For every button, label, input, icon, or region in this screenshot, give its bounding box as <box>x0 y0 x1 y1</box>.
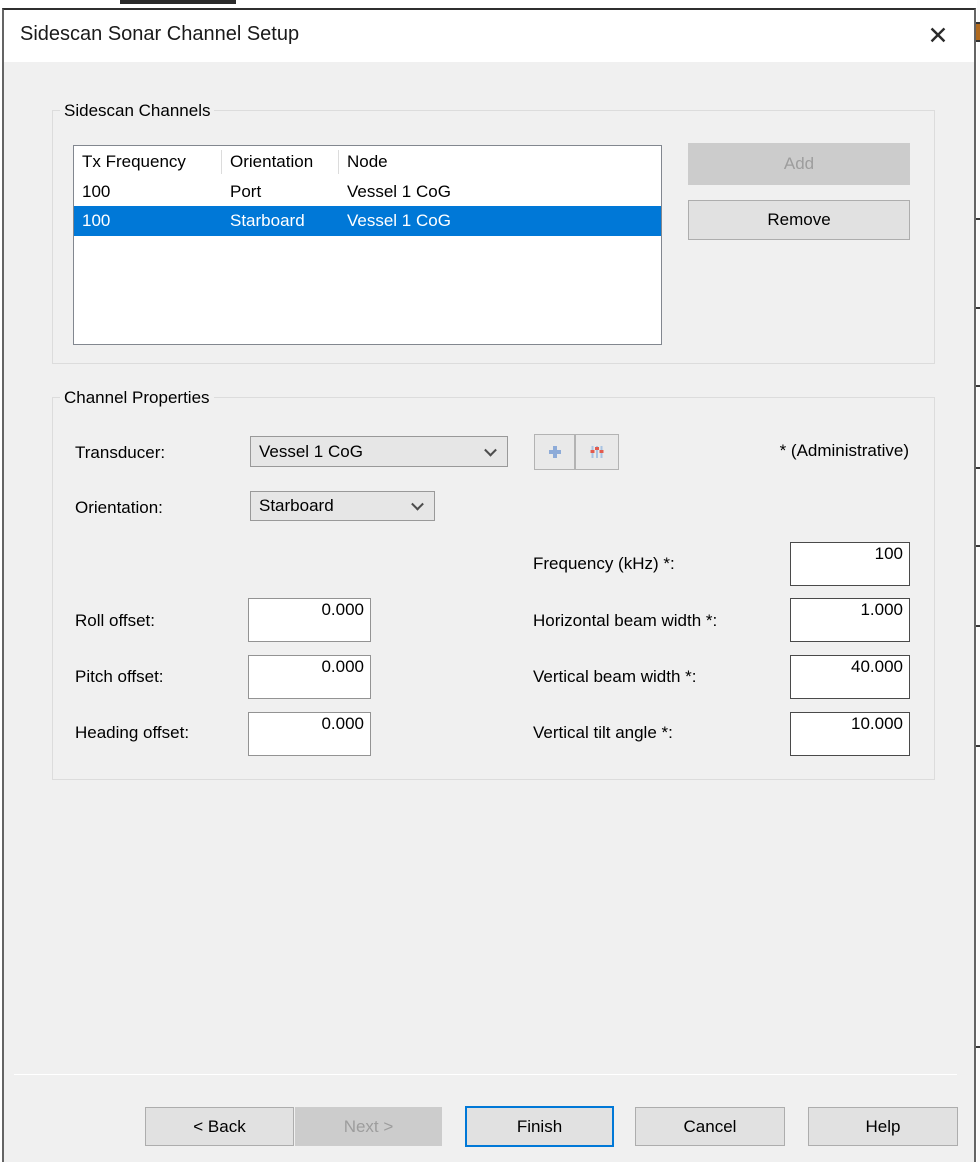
remove-button[interactable]: Remove <box>688 200 910 240</box>
background-window-fragment <box>976 22 980 42</box>
table-row-selected[interactable]: 100 Starboard Vessel 1 CoG <box>74 206 661 236</box>
transducer-value: Vessel 1 CoG <box>259 441 363 461</box>
cell-node: Vessel 1 CoG <box>347 181 451 201</box>
vertical-beam-width-label: Vertical beam width *: <box>533 667 697 686</box>
pitch-offset-label: Pitch offset: <box>75 667 164 686</box>
administrative-note: * (Administrative) <box>779 441 909 460</box>
transducer-dropdown[interactable]: Vessel 1 CoG <box>250 436 508 467</box>
node-settings-button[interactable] <box>575 434 619 470</box>
heading-offset-input[interactable]: 0.000 <box>248 712 371 756</box>
chevron-down-icon <box>411 497 424 511</box>
add-node-button[interactable] <box>534 434 575 470</box>
sliders-icon <box>590 446 604 458</box>
background-tick <box>976 307 980 309</box>
channel-properties-group-title: Channel Properties <box>60 388 214 408</box>
vertical-beam-width-input[interactable]: 40.000 <box>790 655 910 699</box>
roll-offset-label: Roll offset: <box>75 611 156 630</box>
vertical-tilt-angle-input[interactable]: 10.000 <box>790 712 910 756</box>
column-header-node[interactable]: Node <box>339 150 661 174</box>
horizontal-beam-width-label: Horizontal beam width *: <box>533 611 718 630</box>
background-tick <box>976 545 980 547</box>
cell-tx-frequency: 100 <box>82 211 111 230</box>
close-icon: ✕ <box>927 22 949 50</box>
add-button[interactable]: Add <box>688 143 910 185</box>
background-tick <box>976 625 980 627</box>
background-tick <box>976 1046 980 1048</box>
channels-table[interactable]: Tx Frequency Orientation Node 100 Port V… <box>73 145 662 345</box>
plus-icon <box>548 446 561 458</box>
background-tick <box>976 218 980 220</box>
table-row[interactable]: 100 Port Vessel 1 CoG <box>74 177 661 206</box>
background-tick <box>976 745 980 747</box>
frequency-label: Frequency (kHz) *: <box>533 554 675 573</box>
sidescan-channels-group-title: Sidescan Channels <box>60 101 215 121</box>
column-header-tx-frequency[interactable]: Tx Frequency <box>74 149 222 174</box>
vertical-tilt-angle-label: Vertical tilt angle *: <box>533 723 673 742</box>
channels-table-header: Tx Frequency Orientation Node <box>74 146 661 177</box>
chevron-down-icon <box>484 443 497 457</box>
background-tick <box>976 467 980 469</box>
channel-properties-group: Channel Properties Transducer: Vessel 1 … <box>52 388 935 780</box>
column-header-orientation[interactable]: Orientation <box>222 149 339 174</box>
heading-offset-label: Heading offset: <box>75 723 190 742</box>
help-button[interactable]: Help <box>808 1107 958 1146</box>
cell-orientation: Starboard <box>230 211 305 230</box>
title-bar: Sidescan Sonar Channel Setup ✕ <box>4 10 974 62</box>
footer-divider <box>14 1074 957 1075</box>
close-button[interactable]: ✕ <box>916 16 960 56</box>
orientation-dropdown[interactable]: Starboard <box>250 491 435 521</box>
orientation-value: Starboard <box>259 496 334 515</box>
cell-node: Vessel 1 CoG <box>347 211 451 230</box>
frequency-input[interactable]: 100 <box>790 542 910 586</box>
transducer-label: Transducer: <box>75 443 166 462</box>
dialog-title: Sidescan Sonar Channel Setup <box>20 23 300 45</box>
background-window-fragment <box>120 0 236 4</box>
cancel-button[interactable]: Cancel <box>635 1107 785 1146</box>
cell-tx-frequency: 100 <box>82 181 111 201</box>
back-button[interactable]: < Back <box>145 1107 294 1146</box>
sidescan-channels-group: Sidescan Channels Tx Frequency Orientati… <box>52 101 935 364</box>
horizontal-beam-width-input[interactable]: 1.000 <box>790 598 910 642</box>
finish-button[interactable]: Finish <box>465 1106 614 1147</box>
cell-orientation: Port <box>230 181 262 201</box>
background-tick <box>976 385 980 387</box>
next-button[interactable]: Next > <box>295 1107 442 1146</box>
pitch-offset-input[interactable]: 0.000 <box>248 655 371 699</box>
sidescan-sonar-channel-setup-dialog: Sidescan Sonar Channel Setup ✕ Sidescan … <box>2 8 976 1162</box>
roll-offset-input[interactable]: 0.000 <box>248 598 371 642</box>
orientation-label: Orientation: <box>75 498 163 517</box>
